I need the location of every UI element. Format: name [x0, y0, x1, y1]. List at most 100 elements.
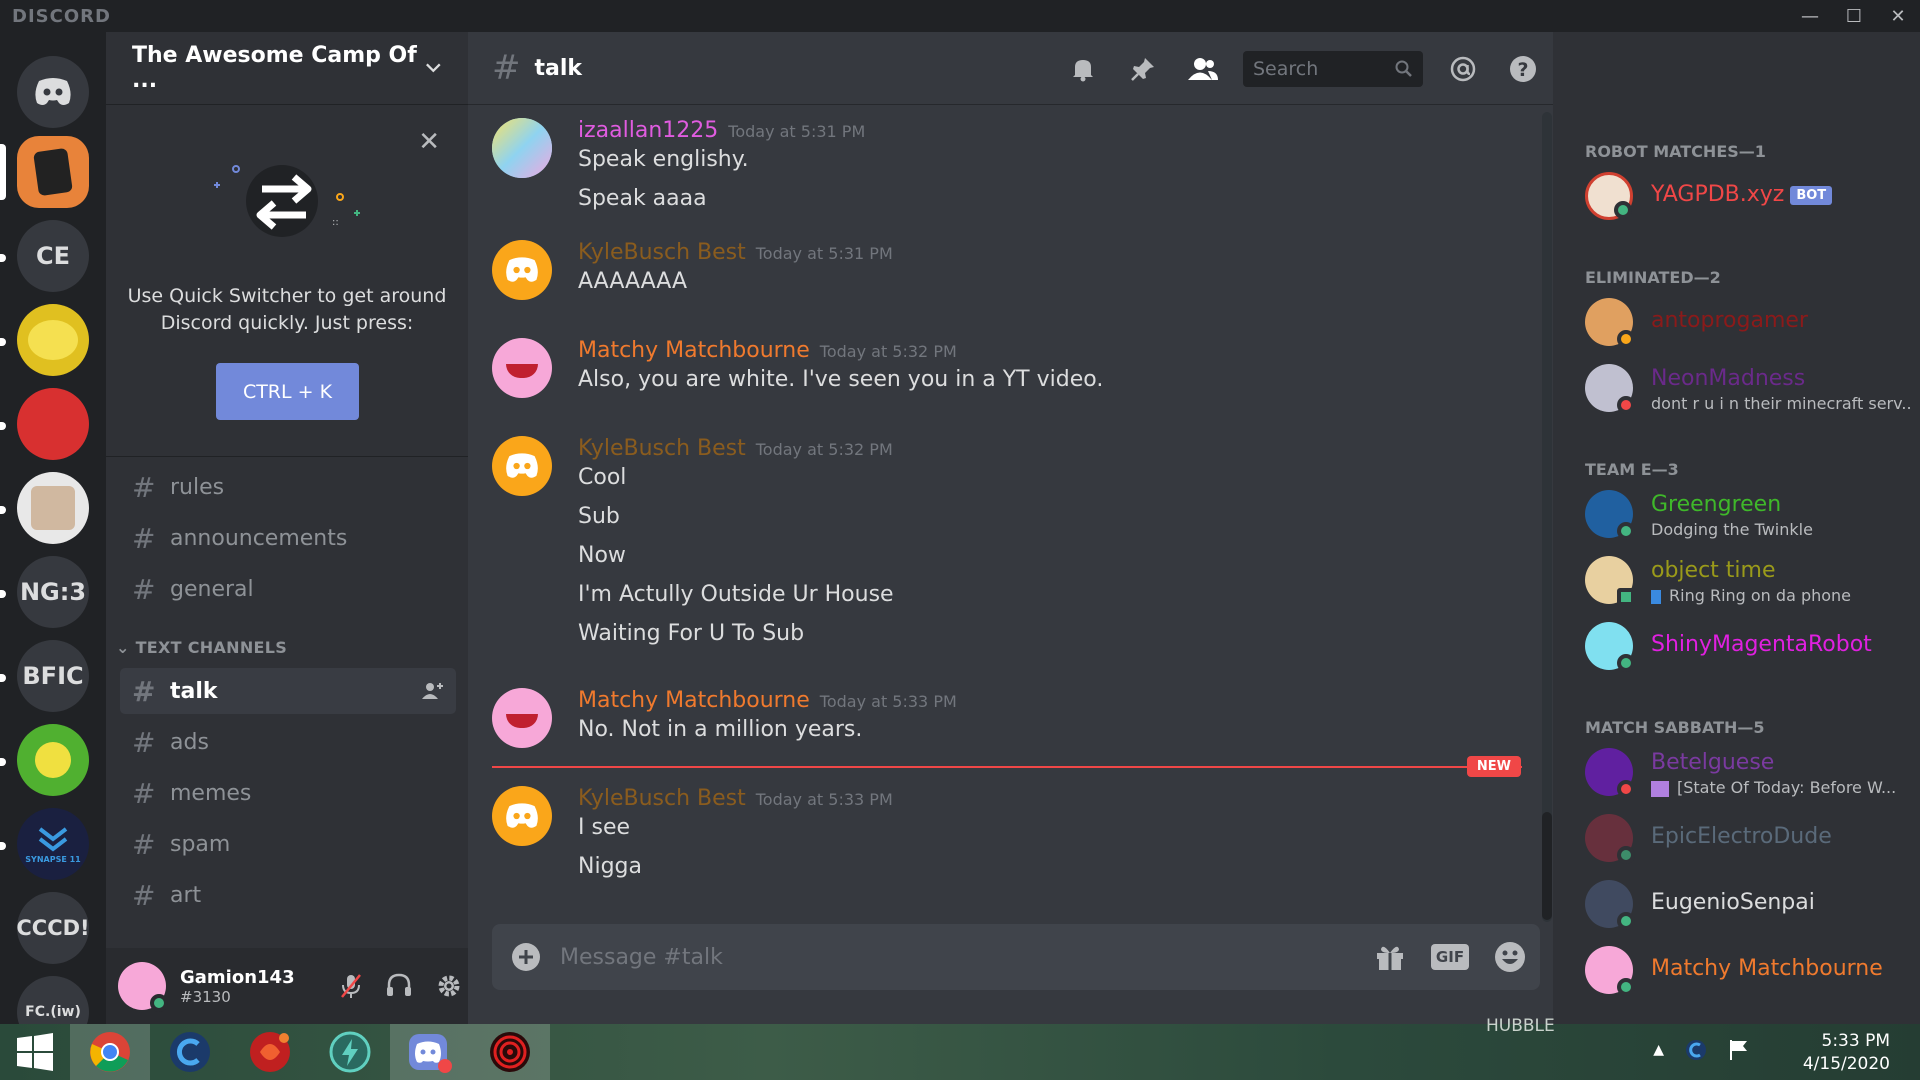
tray-chevron-icon[interactable]: ▲ [1653, 1042, 1664, 1058]
tray-flag-icon[interactable] [1728, 1038, 1750, 1062]
chat-scrollbar-thumb[interactable] [1542, 812, 1552, 920]
help-icon[interactable]: ? [1493, 55, 1553, 83]
message-text: Cool [578, 465, 627, 490]
server-icon-green[interactable] [17, 724, 89, 796]
avatar [1585, 172, 1633, 220]
taskbar-chrome[interactable] [70, 1024, 150, 1080]
avatar[interactable] [492, 786, 552, 846]
message-timestamp: Today at 5:32 PM [819, 342, 957, 361]
avatar[interactable] [492, 338, 552, 398]
message-author[interactable]: Matchy Matchbourne [578, 688, 810, 713]
channel-talk[interactable]: # talk [120, 668, 456, 714]
close-window-button[interactable]: ✕ [1876, 0, 1920, 32]
hash-icon: # [132, 725, 156, 759]
start-button[interactable] [0, 1024, 70, 1080]
taskbar-discord[interactable] [390, 1024, 470, 1080]
avatar[interactable] [492, 240, 552, 300]
member-item[interactable]: NeonMadness dont r u i n their minecraft… [1585, 364, 1911, 424]
member-item[interactable]: ShinyMagentaRobot [1585, 622, 1905, 682]
home-button[interactable] [17, 56, 89, 128]
hash-icon: # [132, 776, 156, 810]
category-text-channels[interactable]: ⌄ TEXT CHANNELS [116, 638, 287, 657]
notification-bell-icon[interactable] [1053, 56, 1113, 82]
message-author[interactable]: KyleBusch Best [578, 436, 746, 461]
pin-icon[interactable] [1113, 56, 1173, 82]
discord-logo-icon [35, 78, 71, 105]
title-bar: DISCORD — ☐ ✕ [0, 0, 1920, 32]
channel-rules[interactable]: # rules [120, 464, 456, 510]
gift-icon[interactable] [1360, 943, 1420, 971]
channel-ads[interactable]: # ads [120, 719, 456, 765]
upload-button[interactable] [492, 942, 560, 972]
close-icon[interactable]: ✕ [418, 127, 440, 157]
member-item[interactable]: Matchy Matchbourne [1585, 946, 1905, 1006]
message-author[interactable]: izaallan1225 [578, 118, 718, 143]
avatar [1585, 490, 1635, 540]
avatar[interactable] [492, 688, 552, 748]
server-icon-ng3[interactable]: NG:3 [17, 556, 89, 628]
message-author[interactable]: KyleBusch Best [578, 240, 746, 265]
phone-icon [1651, 589, 1661, 604]
chat-scrollbar[interactable] [1542, 112, 1552, 922]
headphones-icon[interactable] [386, 973, 412, 997]
tray-ccleaner-icon[interactable] [1684, 1038, 1708, 1062]
gif-button[interactable]: GIF [1420, 944, 1480, 970]
channel-spam[interactable]: # spam [120, 821, 456, 867]
system-clock[interactable]: 5:33 PM 4/15/2020 [1803, 1030, 1890, 1076]
windows-logo-icon [17, 1033, 53, 1071]
message-input[interactable] [560, 944, 1360, 970]
member-item[interactable]: Greengreen Dodging the Twinkle [1585, 490, 1905, 550]
member-item[interactable]: EugenioSenpai [1585, 880, 1905, 940]
message-text: Also, you are white. I've seen you in a … [578, 367, 1104, 392]
maximize-button[interactable]: ☐ [1832, 0, 1876, 32]
member-group-header: TEAM E—3 [1585, 460, 1679, 479]
message-timestamp: Today at 5:31 PM [755, 244, 893, 263]
server-icon-bfic[interactable]: BFIC [17, 640, 89, 712]
channel-memes[interactable]: # memes [120, 770, 456, 816]
server-icon-selected[interactable] [17, 136, 89, 208]
minimize-button[interactable]: — [1788, 0, 1832, 32]
taskbar-app-red[interactable] [230, 1024, 310, 1080]
server-icon-fc[interactable]: FC.(iw) [17, 976, 89, 1024]
member-item[interactable]: Betelguese [State Of Today: Before W... [1585, 748, 1905, 808]
server-icon-paper[interactable] [17, 472, 89, 544]
message-author[interactable]: Matchy Matchbourne [578, 338, 810, 363]
guild-header[interactable]: The Awesome Camp Of ... [106, 32, 468, 105]
taskbar-app-bolt[interactable] [310, 1024, 390, 1080]
member-item[interactable]: YAGPDB.xyz BOT [1585, 172, 1905, 232]
emoji-icon[interactable] [1480, 941, 1540, 973]
channel-art[interactable]: # art [120, 872, 456, 918]
member-item[interactable]: EpicElectroDude [1585, 814, 1905, 874]
channel-general[interactable]: # general [120, 566, 456, 612]
chat-area: # talk Search ? izaallan1225 Today at 5:3… [468, 32, 1553, 1024]
avatar[interactable] [492, 118, 552, 178]
quick-switcher-illustration: :: [214, 165, 360, 237]
taskbar-app-spiral[interactable] [470, 1024, 550, 1080]
avatar[interactable] [118, 962, 168, 1012]
server-icon-red[interactable] [17, 388, 89, 460]
message-text: I see [578, 815, 631, 840]
avatar [1585, 946, 1635, 996]
channel-announcements[interactable]: # announcements [120, 515, 456, 561]
wallpaper-text: HUBBLE [1486, 1016, 1555, 1036]
message-timestamp: Today at 5:33 PM [755, 790, 893, 809]
settings-gear-icon[interactable] [436, 973, 462, 999]
taskbar-ccleaner[interactable] [150, 1024, 230, 1080]
member-item[interactable]: antoprogamer [1585, 298, 1905, 358]
avatar[interactable] [492, 436, 552, 496]
server-icon-cccd[interactable]: CCCD! [17, 892, 89, 964]
server-icon-synapse[interactable]: SYNAPSE 11 [17, 808, 89, 880]
plus-circle-icon [512, 943, 540, 971]
user-panel: Gamion143 #3130 [106, 948, 468, 1024]
member-list-icon[interactable] [1173, 57, 1233, 81]
server-icon-ce[interactable]: CE [17, 220, 89, 292]
message-author[interactable]: KyleBusch Best [578, 786, 746, 811]
bolt-app-icon [329, 1031, 371, 1073]
mentions-icon[interactable] [1433, 55, 1493, 83]
mute-mic-icon[interactable] [340, 973, 362, 999]
member-item[interactable]: object time Ring Ring on da phone [1585, 556, 1905, 616]
server-icon-smiley[interactable] [17, 304, 89, 376]
quick-switcher-shortcut-button[interactable]: CTRL + K [216, 363, 359, 420]
search-input[interactable]: Search [1243, 50, 1423, 87]
create-invite-icon[interactable] [422, 681, 444, 701]
